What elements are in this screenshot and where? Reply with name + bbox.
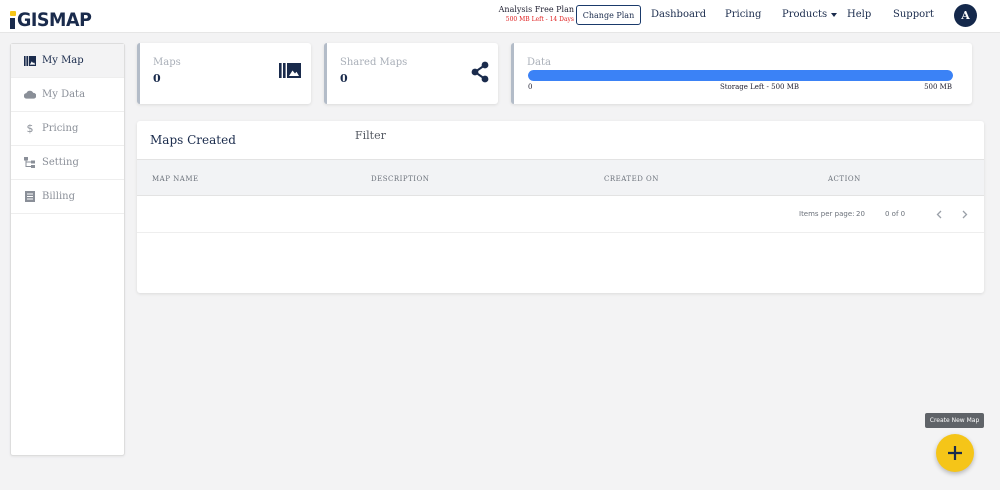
shared-maps-stat-title: Shared Maps — [340, 57, 408, 68]
storage-progress-bar — [528, 70, 953, 81]
nav-pricing[interactable]: Pricing — [725, 9, 761, 20]
sidebar-item-setting[interactable]: Setting — [11, 146, 124, 180]
sidebar-item-label: My Data — [42, 89, 86, 100]
nav-help[interactable]: Help — [847, 9, 871, 20]
data-stat-title: Data — [527, 57, 551, 68]
maps-created-title: Maps Created — [150, 133, 236, 147]
cloud-icon — [24, 89, 36, 101]
maps-stat-title: Maps — [153, 57, 181, 68]
previous-page-button[interactable] — [932, 207, 946, 221]
maps-table-header: MAP NAME DESCRIPTION CREATED ON ACTION — [137, 159, 984, 196]
column-header-created-on[interactable]: CREATED ON — [604, 175, 659, 183]
storage-left-label: Storage Left - 500 MB — [719, 83, 800, 91]
shared-maps-stat-card: Shared Maps 0 — [324, 43, 498, 104]
sidebar-item-label: Setting — [42, 157, 79, 168]
nav-products-label: Products — [782, 9, 828, 20]
sidebar-item-my-data[interactable]: My Data — [11, 78, 124, 112]
igismap-logo[interactable]: GISMAP — [10, 5, 98, 31]
top-header: GISMAP Analysis Free Plan 500 MB Left - … — [0, 0, 1000, 33]
data-storage-card: Data 0 Storage Left - 500 MB 500 MB — [511, 43, 972, 104]
plan-title: Analysis Free Plan — [498, 5, 574, 14]
plus-icon — [948, 446, 962, 460]
filter-field[interactable]: Filter — [355, 129, 386, 142]
sidebar: My Map My Data $ Pricing Setting Billing — [10, 43, 125, 456]
map-gallery-icon — [24, 55, 36, 67]
logo-text: GISMAP — [17, 9, 92, 31]
maps-stat-card: Maps 0 — [137, 43, 311, 104]
list-icon — [24, 191, 36, 203]
nav-products[interactable]: Products — [782, 9, 838, 20]
shared-maps-stat-value: 0 — [340, 72, 348, 85]
hierarchy-icon — [24, 157, 36, 169]
next-page-button[interactable] — [958, 207, 972, 221]
column-header-description[interactable]: DESCRIPTION — [371, 175, 429, 183]
column-header-action[interactable]: ACTION — [828, 175, 861, 183]
chevron-right-icon — [962, 210, 968, 218]
storage-max-label: 500 MB — [924, 83, 952, 91]
sidebar-item-label: Billing — [42, 191, 75, 202]
dollar-icon: $ — [26, 122, 34, 135]
nav-dashboard[interactable]: Dashboard — [651, 9, 706, 20]
storage-progress-fill — [528, 70, 953, 81]
sidebar-item-pricing[interactable]: $ Pricing — [11, 112, 124, 146]
nav-support[interactable]: Support — [893, 9, 934, 20]
column-header-map-name[interactable]: MAP NAME — [152, 175, 199, 183]
logo-i-mark — [10, 11, 16, 29]
plan-info: Analysis Free Plan 500 MB Left - 14 Days — [494, 5, 574, 24]
sidebar-item-my-map[interactable]: My Map — [11, 44, 124, 78]
create-map-tooltip: Create New Map — [925, 413, 984, 428]
items-per-page-label: Items per page: — [799, 210, 855, 218]
page-range-label: 0 of 0 — [885, 210, 906, 218]
share-icon — [470, 61, 490, 87]
sidebar-item-label: Pricing — [42, 123, 79, 134]
sidebar-item-label: My Map — [42, 55, 84, 66]
chevron-down-icon — [831, 12, 838, 17]
user-avatar[interactable]: A — [954, 4, 977, 27]
chevron-left-icon — [936, 210, 942, 218]
map-gallery-icon — [279, 63, 301, 82]
create-new-map-button[interactable] — [936, 434, 974, 472]
maps-stat-value: 0 — [153, 72, 161, 85]
change-plan-button[interactable]: Change Plan — [576, 5, 641, 25]
maps-created-panel: Maps Created Filter MAP NAME DESCRIPTION… — [137, 121, 984, 293]
items-per-page-select[interactable]: 20 — [856, 210, 865, 218]
table-paginator: Items per page: 20 0 of 0 — [137, 196, 984, 233]
plan-subtitle: 500 MB Left - 14 Days — [505, 16, 574, 23]
sidebar-item-billing[interactable]: Billing — [11, 180, 124, 214]
